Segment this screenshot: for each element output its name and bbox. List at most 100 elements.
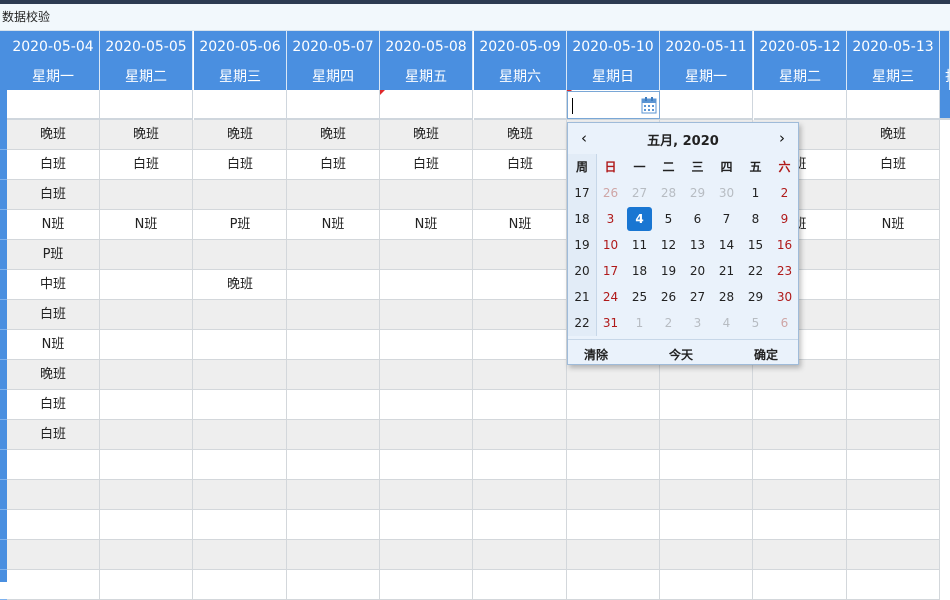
shift-cell[interactable] [474, 510, 567, 540]
shift-cell[interactable] [754, 450, 847, 480]
shift-cell[interactable] [287, 510, 380, 540]
calendar-day[interactable]: 19 [654, 258, 683, 284]
shift-cell[interactable] [567, 420, 660, 450]
shift-cell[interactable] [847, 240, 940, 270]
calendar-day[interactable]: 1 [741, 180, 770, 206]
shift-cell[interactable] [474, 450, 567, 480]
date-filter-cell[interactable] [287, 90, 380, 120]
shift-cell[interactable] [474, 480, 567, 510]
shift-cell[interactable]: N班 [287, 210, 380, 240]
shift-cell[interactable]: 白班 [847, 150, 940, 180]
shift-cell[interactable]: P班 [194, 210, 287, 240]
shift-cell[interactable] [100, 450, 193, 480]
calendar-day[interactable]: 5 [741, 310, 770, 336]
shift-cell[interactable] [287, 360, 380, 390]
shift-cell[interactable] [380, 570, 473, 600]
shift-cell[interactable] [194, 240, 287, 270]
shift-cell[interactable] [380, 240, 473, 270]
shift-cell[interactable]: 晚班 [194, 120, 287, 150]
shift-cell[interactable] [847, 420, 940, 450]
calendar-day[interactable]: 3 [683, 310, 712, 336]
calendar-day[interactable]: 2 [770, 180, 799, 206]
shift-cell[interactable] [100, 540, 193, 570]
shift-cell[interactable] [660, 540, 753, 570]
shift-cell[interactable] [7, 450, 100, 480]
next-month-button[interactable]: › [774, 129, 790, 147]
calendar-day[interactable]: 9 [770, 206, 799, 232]
shift-cell[interactable] [287, 270, 380, 300]
calendar-day[interactable]: 2 [654, 310, 683, 336]
shift-cell[interactable] [100, 180, 193, 210]
shift-cell[interactable]: 白班 [287, 150, 380, 180]
shift-cell[interactable]: P班 [7, 240, 100, 270]
shift-cell[interactable] [474, 360, 567, 390]
shift-cell[interactable] [567, 450, 660, 480]
shift-cell[interactable] [847, 270, 940, 300]
shift-cell[interactable] [194, 330, 287, 360]
shift-cell[interactable] [474, 390, 567, 420]
calendar-day[interactable]: 29 [683, 180, 712, 206]
shift-cell[interactable] [287, 480, 380, 510]
shift-cell[interactable] [100, 300, 193, 330]
shift-cell[interactable] [847, 540, 940, 570]
calendar-day[interactable]: 3 [596, 206, 625, 232]
shift-cell[interactable]: 白班 [7, 150, 100, 180]
shift-cell[interactable] [287, 540, 380, 570]
calendar-day[interactable]: 28 [712, 284, 741, 310]
calendar-day[interactable]: 12 [654, 232, 683, 258]
shift-cell[interactable] [847, 180, 940, 210]
shift-cell[interactable] [100, 360, 193, 390]
shift-cell[interactable] [474, 240, 567, 270]
shift-cell[interactable] [567, 480, 660, 510]
selected-day[interactable]: 4 [625, 206, 654, 232]
date-input[interactable] [567, 91, 660, 119]
shift-cell[interactable] [847, 450, 940, 480]
date-filter-cell[interactable] [754, 90, 847, 120]
shift-cell[interactable] [660, 480, 753, 510]
shift-cell[interactable] [194, 180, 287, 210]
date-filter-cell[interactable] [194, 90, 287, 120]
shift-cell[interactable] [287, 420, 380, 450]
calendar-day[interactable]: 29 [741, 284, 770, 310]
date-filter-cell[interactable] [100, 90, 193, 120]
shift-cell[interactable] [380, 480, 473, 510]
shift-cell[interactable] [194, 480, 287, 510]
shift-cell[interactable] [194, 540, 287, 570]
calendar-day[interactable]: 26 [654, 284, 683, 310]
shift-cell[interactable] [754, 570, 847, 600]
shift-cell[interactable] [7, 510, 100, 540]
shift-cell[interactable] [287, 180, 380, 210]
shift-cell[interactable] [474, 330, 567, 360]
shift-cell[interactable]: 白班 [7, 300, 100, 330]
shift-cell[interactable] [100, 390, 193, 420]
shift-cell[interactable]: 晚班 [100, 120, 193, 150]
date-filter-cell[interactable] [660, 90, 753, 120]
shift-cell[interactable] [287, 240, 380, 270]
shift-cell[interactable] [194, 570, 287, 600]
shift-cell[interactable]: 白班 [194, 150, 287, 180]
shift-cell[interactable] [847, 570, 940, 600]
calendar-day[interactable]: 13 [683, 232, 712, 258]
shift-cell[interactable] [194, 420, 287, 450]
calendar-day[interactable]: 20 [683, 258, 712, 284]
shift-cell[interactable] [287, 300, 380, 330]
shift-cell[interactable] [474, 300, 567, 330]
shift-cell[interactable] [474, 420, 567, 450]
shift-cell[interactable] [380, 270, 473, 300]
calendar-day[interactable]: 24 [596, 284, 625, 310]
shift-cell[interactable] [380, 300, 473, 330]
calendar-day[interactable]: 27 [683, 284, 712, 310]
shift-cell[interactable]: 晚班 [380, 120, 473, 150]
shift-cell[interactable] [100, 570, 193, 600]
shift-cell[interactable] [380, 540, 473, 570]
shift-cell[interactable] [194, 390, 287, 420]
shift-cell[interactable] [7, 540, 100, 570]
calendar-day[interactable]: 30 [712, 180, 741, 206]
shift-cell[interactable] [287, 450, 380, 480]
shift-cell[interactable] [754, 480, 847, 510]
shift-cell[interactable] [100, 270, 193, 300]
calendar-day[interactable]: 17 [596, 258, 625, 284]
shift-cell[interactable] [380, 180, 473, 210]
shift-cell[interactable] [847, 480, 940, 510]
shift-cell[interactable] [567, 570, 660, 600]
